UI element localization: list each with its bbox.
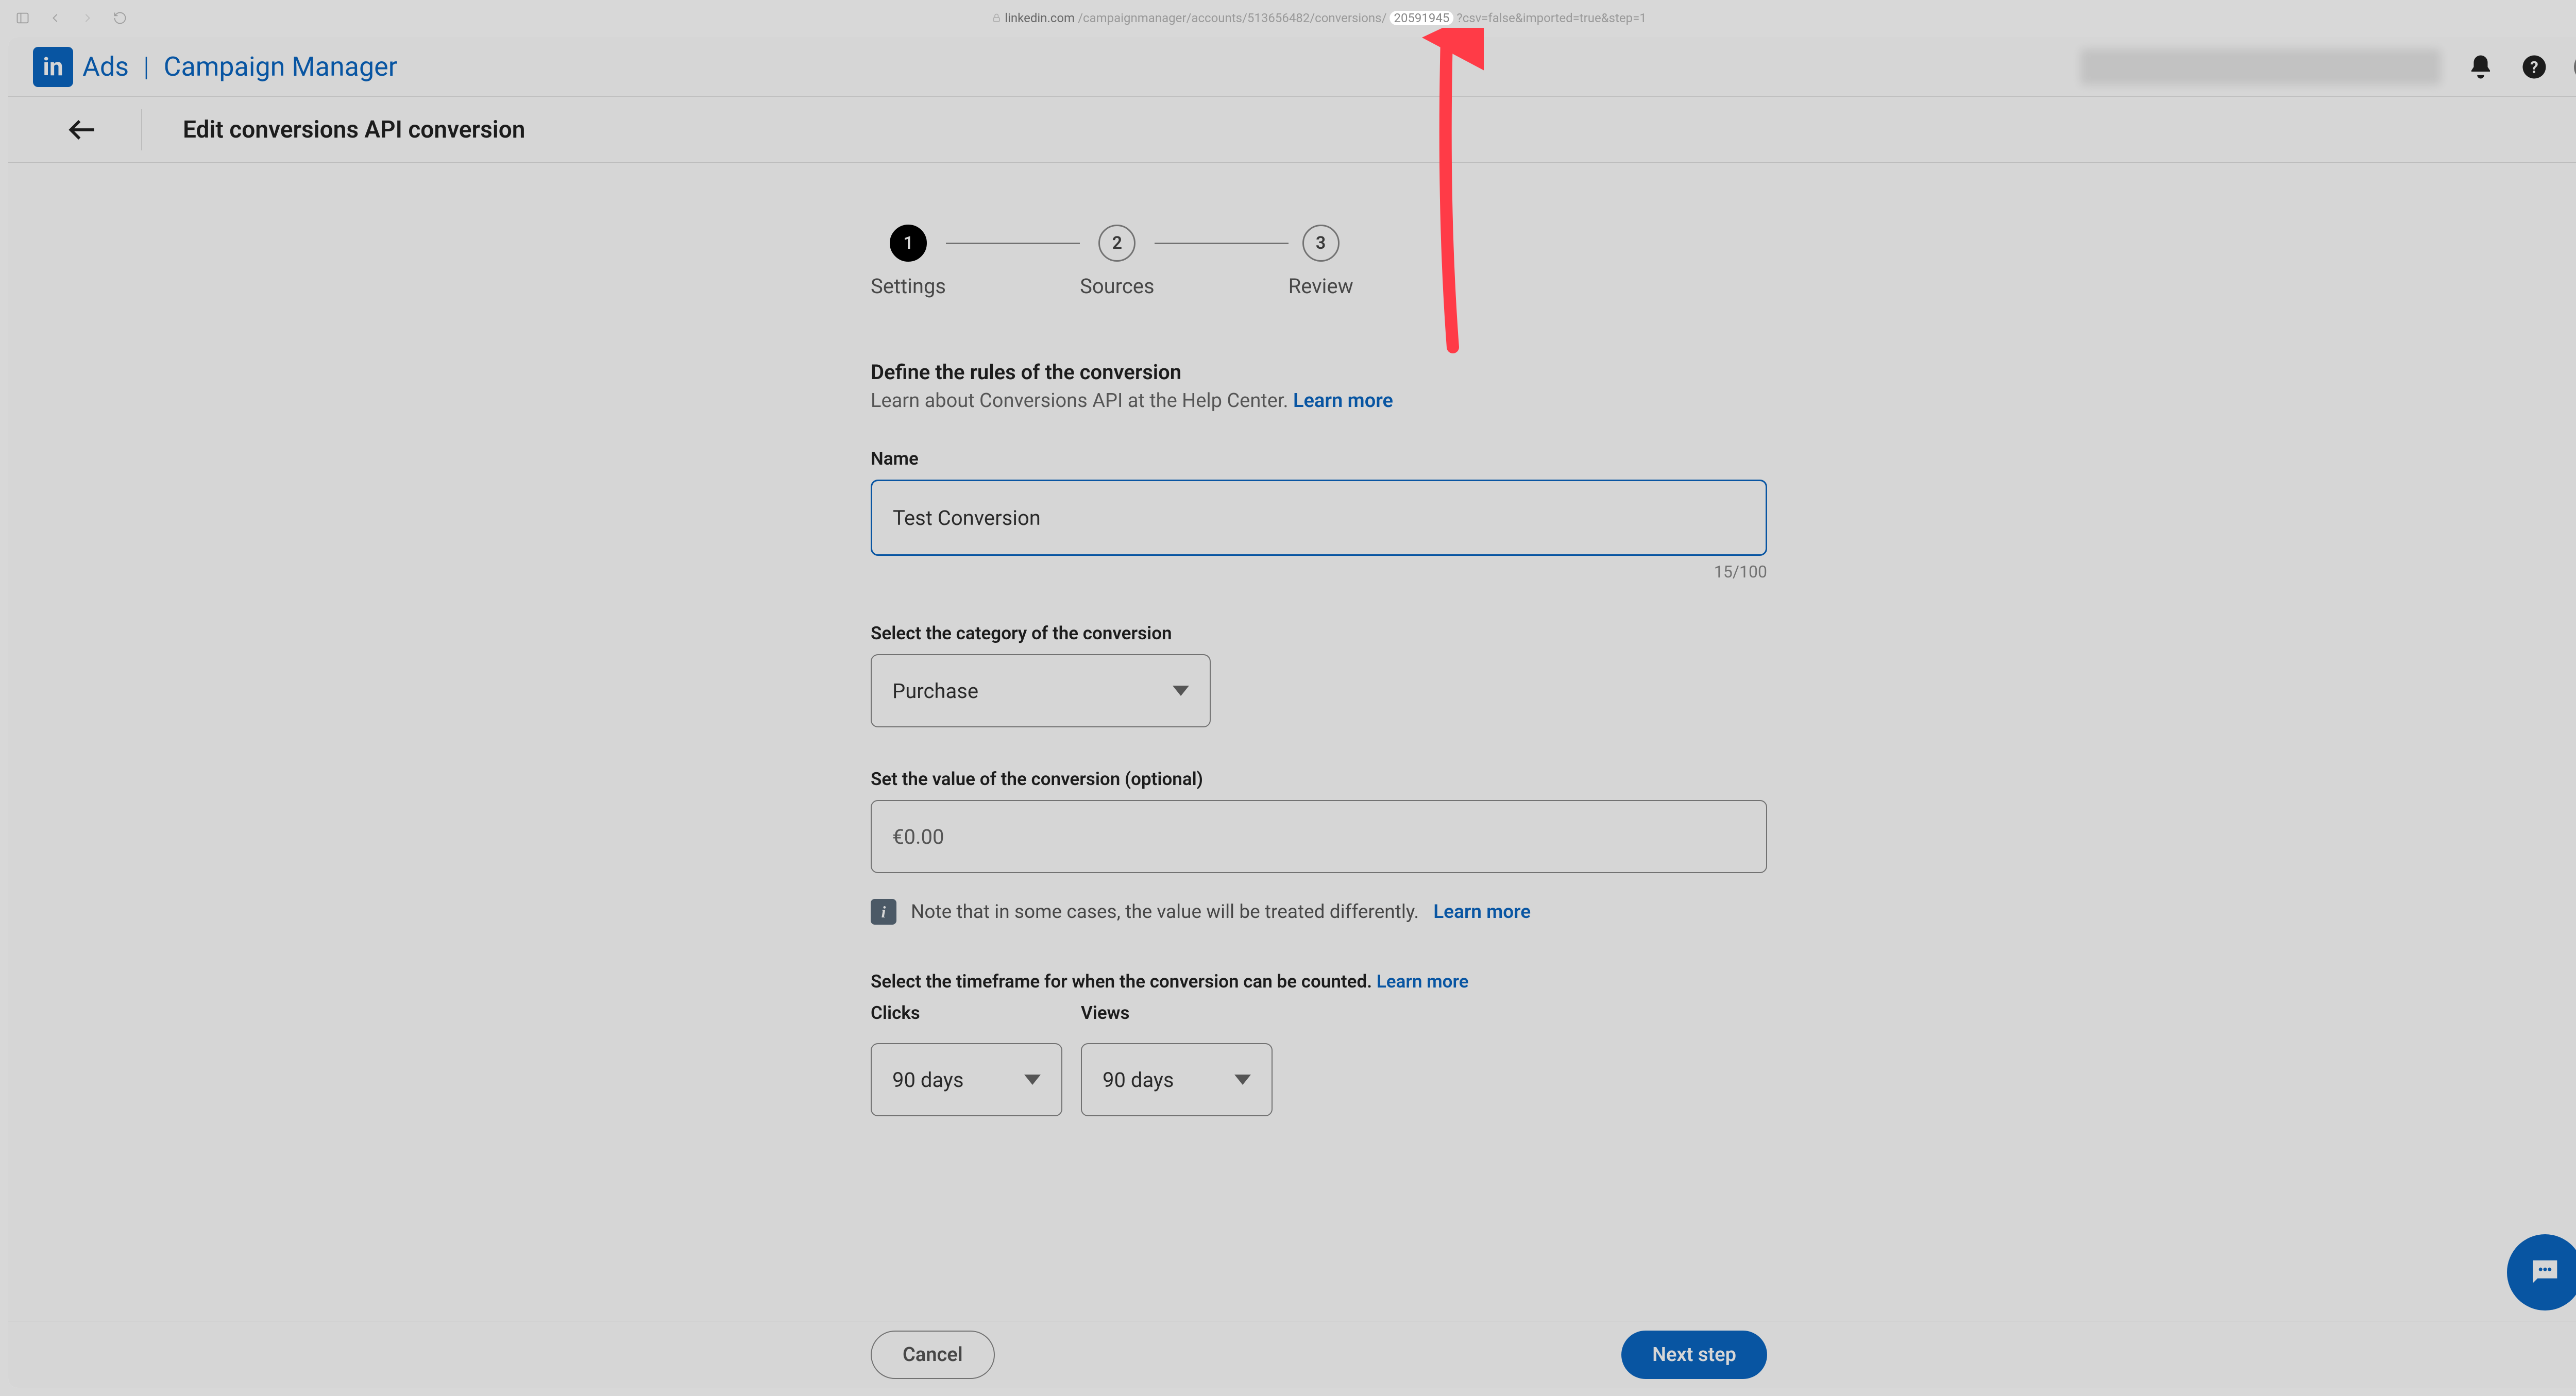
step-number: 3 [1302,225,1340,262]
url-highlight: 20591945 [1389,11,1453,25]
url-path-before: /campaignmanager/accounts/513656482/conv… [1078,11,1386,25]
sidebar-toggle-icon[interactable] [15,11,30,25]
content: 1 Settings 2 Sources 3 Review Define the… [8,163,2576,1321]
step-review[interactable]: 3 Review [1289,225,1353,298]
forward-icon [80,11,95,25]
views-label: Views [1081,1002,1273,1024]
linkedin-badge-icon: in [33,47,73,87]
step-sources[interactable]: 2 Sources [1080,225,1155,298]
section-subtitle: Learn about Conversions API at the Help … [871,389,1767,412]
logo-ads: Ads [82,51,129,82]
step-connector [946,243,1080,244]
url-domain: linkedin.com [1005,11,1075,25]
views-value: 90 days [1103,1068,1174,1092]
app-header: in Ads | Campaign Manager ? [8,37,2576,97]
clicks-select[interactable]: 90 days [871,1043,1062,1116]
learn-more-link[interactable]: Learn more [1293,389,1393,412]
svg-text:?: ? [2530,58,2538,77]
step-label: Review [1289,274,1353,298]
char-counter: 15/100 [871,562,1767,582]
timeframe-learn-more-link[interactable]: Learn more [1377,971,1469,992]
value-label: Set the value of the conversion (optiona… [871,769,1767,790]
logo-campaign-manager: Campaign Manager [164,51,398,82]
step-label: Settings [871,274,946,298]
avatar[interactable] [2574,52,2576,82]
reload-icon[interactable] [113,11,127,25]
help-icon[interactable]: ? [2520,53,2548,81]
note-learn-more-link[interactable]: Learn more [1433,901,1531,923]
back-arrow-icon[interactable] [65,112,100,147]
vertical-divider [141,109,142,150]
step-label: Sources [1080,274,1155,298]
bell-icon[interactable] [2467,53,2495,81]
chat-icon [2527,1254,2563,1290]
clicks-value: 90 days [892,1068,963,1092]
category-select[interactable]: Purchase [871,654,1211,727]
step-number: 1 [890,225,927,262]
category-value: Purchase [892,679,978,703]
section-title: Define the rules of the conversion [871,360,1767,384]
browser-chrome: linkedin.com/campaignmanager/accounts/51… [5,5,2576,30]
info-icon: i [871,899,896,925]
page-title: Edit conversions API conversion [183,116,525,144]
step-connector [1155,243,1289,244]
name-input[interactable] [871,480,1767,556]
views-select[interactable]: 90 days [1081,1043,1273,1116]
url-bar[interactable]: linkedin.com/campaignmanager/accounts/51… [991,11,1647,25]
logo-divider: | [143,51,149,82]
chevron-down-icon [1173,686,1189,696]
stepper: 1 Settings 2 Sources 3 Review [871,225,1767,298]
back-icon[interactable] [48,11,62,25]
category-label: Select the category of the conversion [871,623,1767,644]
url-path-after: ?csv=false&imported=true&step=1 [1456,11,1646,25]
step-settings[interactable]: 1 Settings [871,225,946,298]
chevron-down-icon [1234,1075,1251,1085]
lock-icon [991,13,1002,23]
logo[interactable]: in Ads | Campaign Manager [33,47,397,87]
timeframe-label: Select the timeframe for when the conver… [871,971,1767,992]
step-number: 2 [1098,225,1136,262]
name-label: Name [871,448,1767,469]
chevron-down-icon [1024,1075,1041,1085]
note-text: Note that in some cases, the value will … [911,901,1419,923]
cancel-button[interactable]: Cancel [871,1331,995,1379]
next-step-button[interactable]: Next step [1621,1331,1767,1379]
clicks-label: Clicks [871,1002,1062,1024]
app-frame: in Ads | Campaign Manager ? Edit convers… [8,37,2576,1388]
section-sub-text: Learn about Conversions API at the Help … [871,389,1293,412]
footer-bar: Cancel Next step [8,1321,2576,1388]
account-info-blurred [2080,49,2441,85]
value-input[interactable] [871,800,1767,873]
page-header: Edit conversions API conversion [8,97,2576,163]
timeframe-label-text: Select the timeframe for when the conver… [871,971,1377,992]
